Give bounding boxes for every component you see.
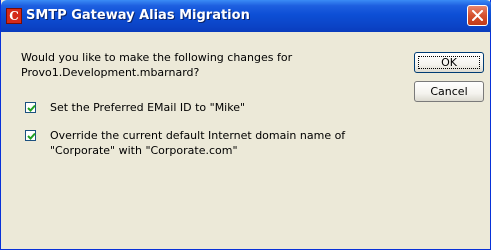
prompt-line-1: Would you like to make the following cha… [21,51,293,64]
option-label-line-1: Override the current default Internet do… [50,129,346,142]
prompt-message: Would you like to make the following cha… [21,50,381,80]
window-title: SMTP Gateway Alias Migration [26,8,250,23]
checkmark-icon [27,132,36,140]
focus-rect [418,56,480,69]
checkmark-icon [27,104,36,112]
ok-button[interactable]: OK [414,52,484,73]
app-icon: C [6,8,22,24]
close-button[interactable] [467,5,488,26]
checkbox-override-domain[interactable] [25,130,36,141]
close-icon [472,10,483,21]
option-label-line-1: Set the Preferred EMail ID to "Mike" [50,101,246,114]
title-bar[interactable]: C SMTP Gateway Alias Migration [1,0,491,32]
cancel-label: Cancel [430,85,468,98]
checkbox-preferred-email[interactable] [25,102,36,113]
prompt-line-2: Provo1.Development.mbarnard? [21,66,200,79]
option-label: Override the current default Internet do… [50,128,380,158]
dialog-window: C SMTP Gateway Alias Migration Would you… [0,0,491,250]
cancel-button[interactable]: Cancel [414,81,484,102]
option-label: Set the Preferred EMail ID to "Mike" [50,100,380,115]
option-label-line-2: "Corporate" with "Corporate.com" [50,144,238,157]
